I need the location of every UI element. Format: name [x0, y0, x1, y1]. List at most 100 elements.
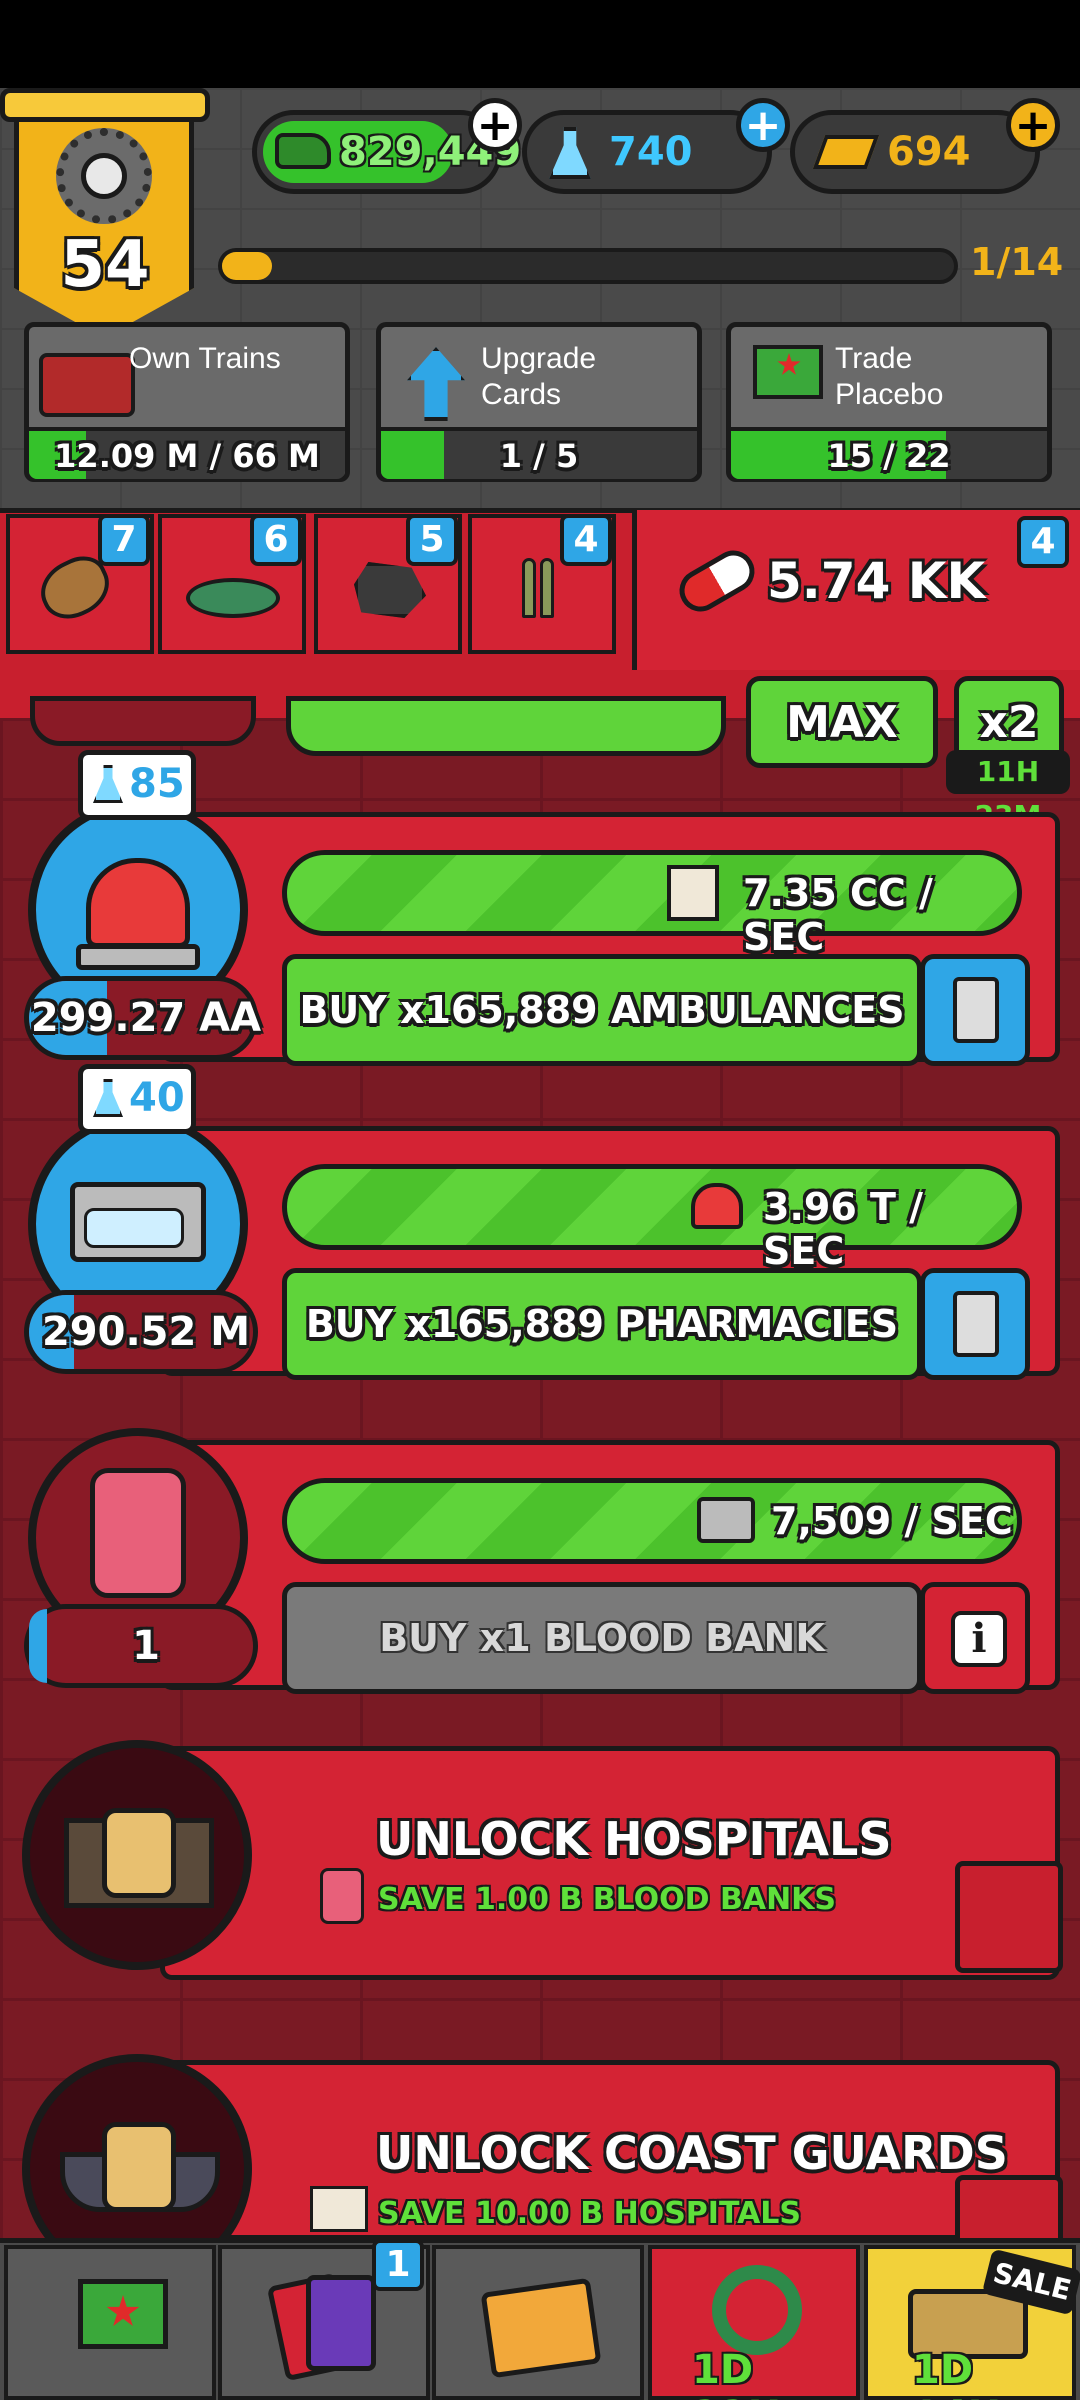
flask-icon	[93, 1079, 123, 1117]
buy-blood-bank-button[interactable]: BUY x1 BLOOD BANK	[282, 1582, 922, 1694]
flask-icon	[93, 765, 123, 803]
buy-ambulances-button[interactable]: BUY x165,889 AMBULANCES	[282, 954, 922, 1066]
placebo-total: 5.74 KK	[767, 552, 986, 610]
quest-card-trade[interactable]: Trade Placebo 15 / 22	[726, 322, 1052, 482]
card-info-button[interactable]	[920, 1268, 1030, 1380]
quest-title: Own Trains	[129, 342, 281, 375]
research-pill[interactable]: 740	[522, 110, 772, 194]
blood-bag-icon	[90, 1468, 186, 1598]
locked-icon-circle	[22, 1740, 252, 1970]
research-value: 740	[609, 129, 693, 175]
hidden-row-count	[30, 696, 256, 746]
cash-pill[interactable]: 829,449	[252, 110, 521, 194]
add-cash-button[interactable]: +	[468, 98, 522, 152]
research-cost: 85	[129, 761, 185, 807]
quest-title-line2: Cards	[481, 378, 562, 411]
quest-progress-bar: 12.09 M / 66 M	[29, 427, 345, 479]
lock-icon	[102, 2122, 176, 2212]
production-rate: 7.35 CC / SEC	[743, 871, 933, 959]
folder-icon	[480, 2277, 602, 2379]
flag-icon	[753, 345, 823, 399]
card-corner-plate	[955, 1861, 1063, 1973]
production-bar: 7,509 / SEC	[282, 1478, 1022, 1564]
card-icon	[953, 977, 999, 1043]
tab-potato[interactable]: 7	[6, 514, 154, 654]
status-bar	[0, 0, 1080, 88]
quest-card-trains[interactable]: Own Trains 12.09 M / 66 M	[24, 322, 350, 482]
production-bar: 7.35 CC / SEC	[282, 850, 1022, 959]
cards-badge: 1	[372, 2239, 424, 2291]
info-button[interactable]: i	[920, 1582, 1030, 1694]
hidden-row-bar	[286, 696, 726, 756]
nav-missions[interactable]	[4, 2245, 216, 2400]
owned-count-pill: 290.52 M	[24, 1290, 258, 1374]
x2-timer: 11H 23M	[946, 750, 1070, 832]
event-timer: 1D 22H	[692, 2347, 781, 2400]
unlock-title: UNLOCK COAST GUARDS	[376, 2126, 1008, 2180]
quest-title-line1: Upgrade	[481, 342, 597, 375]
sale-timer: 1D 14H	[912, 2347, 1001, 2400]
nav-event[interactable]: 1D 22H	[648, 2245, 860, 2400]
tab-badge: 4	[1017, 516, 1069, 568]
quest-progress-value: 1 / 5	[499, 437, 579, 475]
flask-icon	[549, 127, 591, 179]
wreath-icon	[712, 2265, 802, 2355]
quest-title-line2: Placebo	[835, 378, 944, 411]
hospital-icon	[667, 865, 719, 921]
pill-icon	[671, 542, 763, 620]
player-level: 54	[60, 228, 150, 302]
x2-label: x2	[979, 696, 1039, 748]
nav-shop[interactable]: SALE 1D 14H	[864, 2245, 1080, 2400]
ammo-icon	[522, 558, 536, 618]
buy-max-button[interactable]: MAX	[746, 676, 938, 768]
max-label: MAX	[786, 696, 898, 748]
tab-badge: 4	[560, 514, 612, 566]
xp-progress-fill	[222, 252, 272, 280]
buy-pharmacies-button[interactable]: BUY x165,889 PHARMACIES	[282, 1268, 922, 1380]
siren-base	[76, 944, 200, 970]
research-cost: 40	[129, 1075, 185, 1121]
owned-count: 1	[132, 1623, 160, 1669]
chest-icon	[697, 1497, 755, 1543]
quest-progress-bar: 1 / 5	[381, 427, 697, 479]
tab-badge: 5	[406, 514, 458, 566]
train-icon	[39, 353, 135, 417]
quest-title-line1: Trade	[835, 342, 913, 375]
blood-bag-icon	[320, 1868, 364, 1924]
level-banner-rod	[0, 88, 210, 122]
upgrade-arrow-icon	[407, 347, 465, 421]
swamp-flag-icon	[186, 578, 280, 618]
lock-icon	[102, 1808, 176, 1898]
coal-icon	[354, 562, 426, 618]
xp-progress-label: 1/14	[970, 240, 1064, 284]
nav-documents[interactable]	[432, 2245, 644, 2400]
xp-progress-track	[218, 248, 958, 284]
tab-badge: 6	[250, 514, 302, 566]
tab-coal[interactable]: 5	[314, 514, 462, 654]
owned-count: 299.27 AA	[30, 995, 262, 1041]
cash-icon	[275, 133, 331, 169]
tab-ammo[interactable]: 4	[468, 514, 616, 654]
quest-card-upgrade[interactable]: Upgrade Cards 1 / 5	[376, 322, 702, 482]
ammo-icon	[540, 558, 554, 618]
tab-badge: 7	[98, 514, 150, 566]
nav-cards[interactable]: 1	[218, 2239, 430, 2400]
unlock-requirement: SAVE 1.00 B BLOOD BANKS	[378, 1882, 837, 1917]
add-gold-button[interactable]: +	[1006, 98, 1060, 152]
tab-swamp[interactable]: 6	[158, 514, 306, 654]
card-icon	[953, 1291, 999, 1357]
tab-placebo-active[interactable]: 5.74 KK 4	[632, 510, 1080, 670]
owned-count: 290.52 M	[41, 1309, 251, 1355]
gold-bars-icon	[812, 135, 880, 169]
card-info-button[interactable]	[920, 954, 1030, 1066]
owned-count-pill: 1	[24, 1604, 258, 1688]
unlock-requirement: SAVE 10.00 B HOSPITALS	[378, 2196, 802, 2231]
siren-icon	[691, 1183, 743, 1229]
add-research-button[interactable]: +	[736, 98, 790, 152]
research-cost-tag: 85	[78, 750, 196, 820]
quest-progress-value: 15 / 22	[827, 437, 951, 475]
buy-label: BUY x165,889 AMBULANCES	[299, 988, 905, 1032]
gold-value: 694	[887, 129, 971, 175]
production-rate: 3.96 T / SEC	[763, 1185, 924, 1273]
gold-pill[interactable]: 694	[790, 110, 1040, 194]
